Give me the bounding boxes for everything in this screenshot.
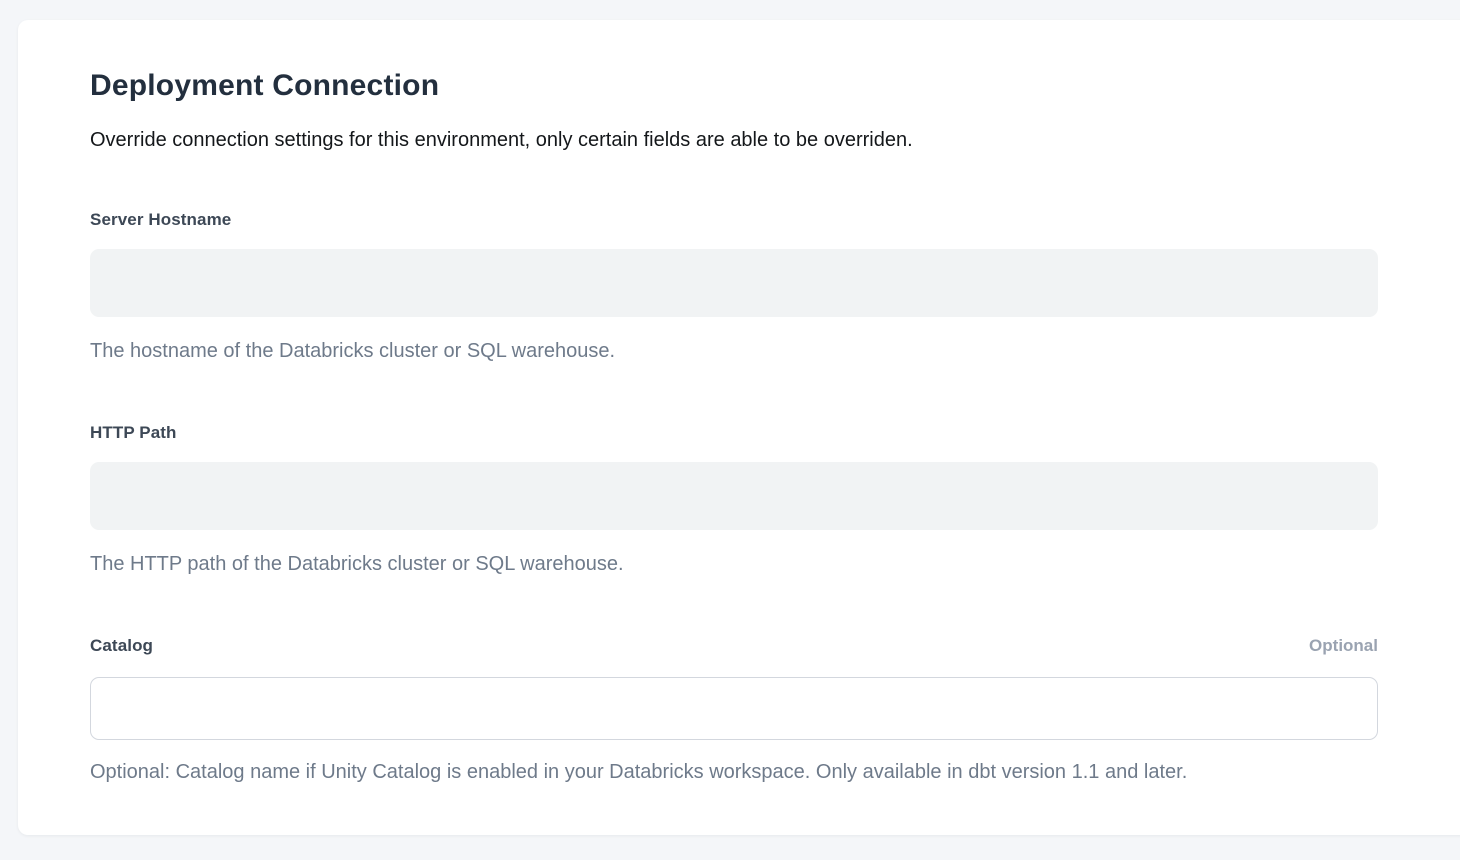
field-group-server-hostname: Server Hostname The hostname of the Data… (90, 210, 1378, 363)
http-path-label: HTTP Path (90, 423, 177, 443)
catalog-help: Optional: Catalog name if Unity Catalog … (90, 760, 1378, 784)
page-subtitle: Override connection settings for this en… (90, 127, 1378, 153)
deployment-connection-card: Deployment Connection Override connectio… (18, 20, 1460, 835)
server-hostname-input[interactable] (90, 249, 1378, 317)
server-hostname-label: Server Hostname (90, 210, 231, 230)
field-group-http-path: HTTP Path The HTTP path of the Databrick… (90, 423, 1378, 576)
page-title: Deployment Connection (90, 68, 1378, 104)
label-row: HTTP Path (90, 423, 1378, 443)
http-path-help: The HTTP path of the Databricks cluster … (90, 552, 1378, 576)
optional-badge: Optional (1309, 636, 1378, 656)
catalog-label: Catalog (90, 636, 153, 656)
server-hostname-help: The hostname of the Databricks cluster o… (90, 339, 1378, 363)
field-group-catalog: Catalog Optional Optional: Catalog name … (90, 636, 1378, 784)
label-row: Server Hostname (90, 210, 1378, 230)
catalog-input[interactable] (90, 677, 1378, 740)
http-path-input[interactable] (90, 462, 1378, 530)
card-content: Deployment Connection Override connectio… (18, 20, 1378, 784)
label-row: Catalog Optional (90, 636, 1378, 656)
